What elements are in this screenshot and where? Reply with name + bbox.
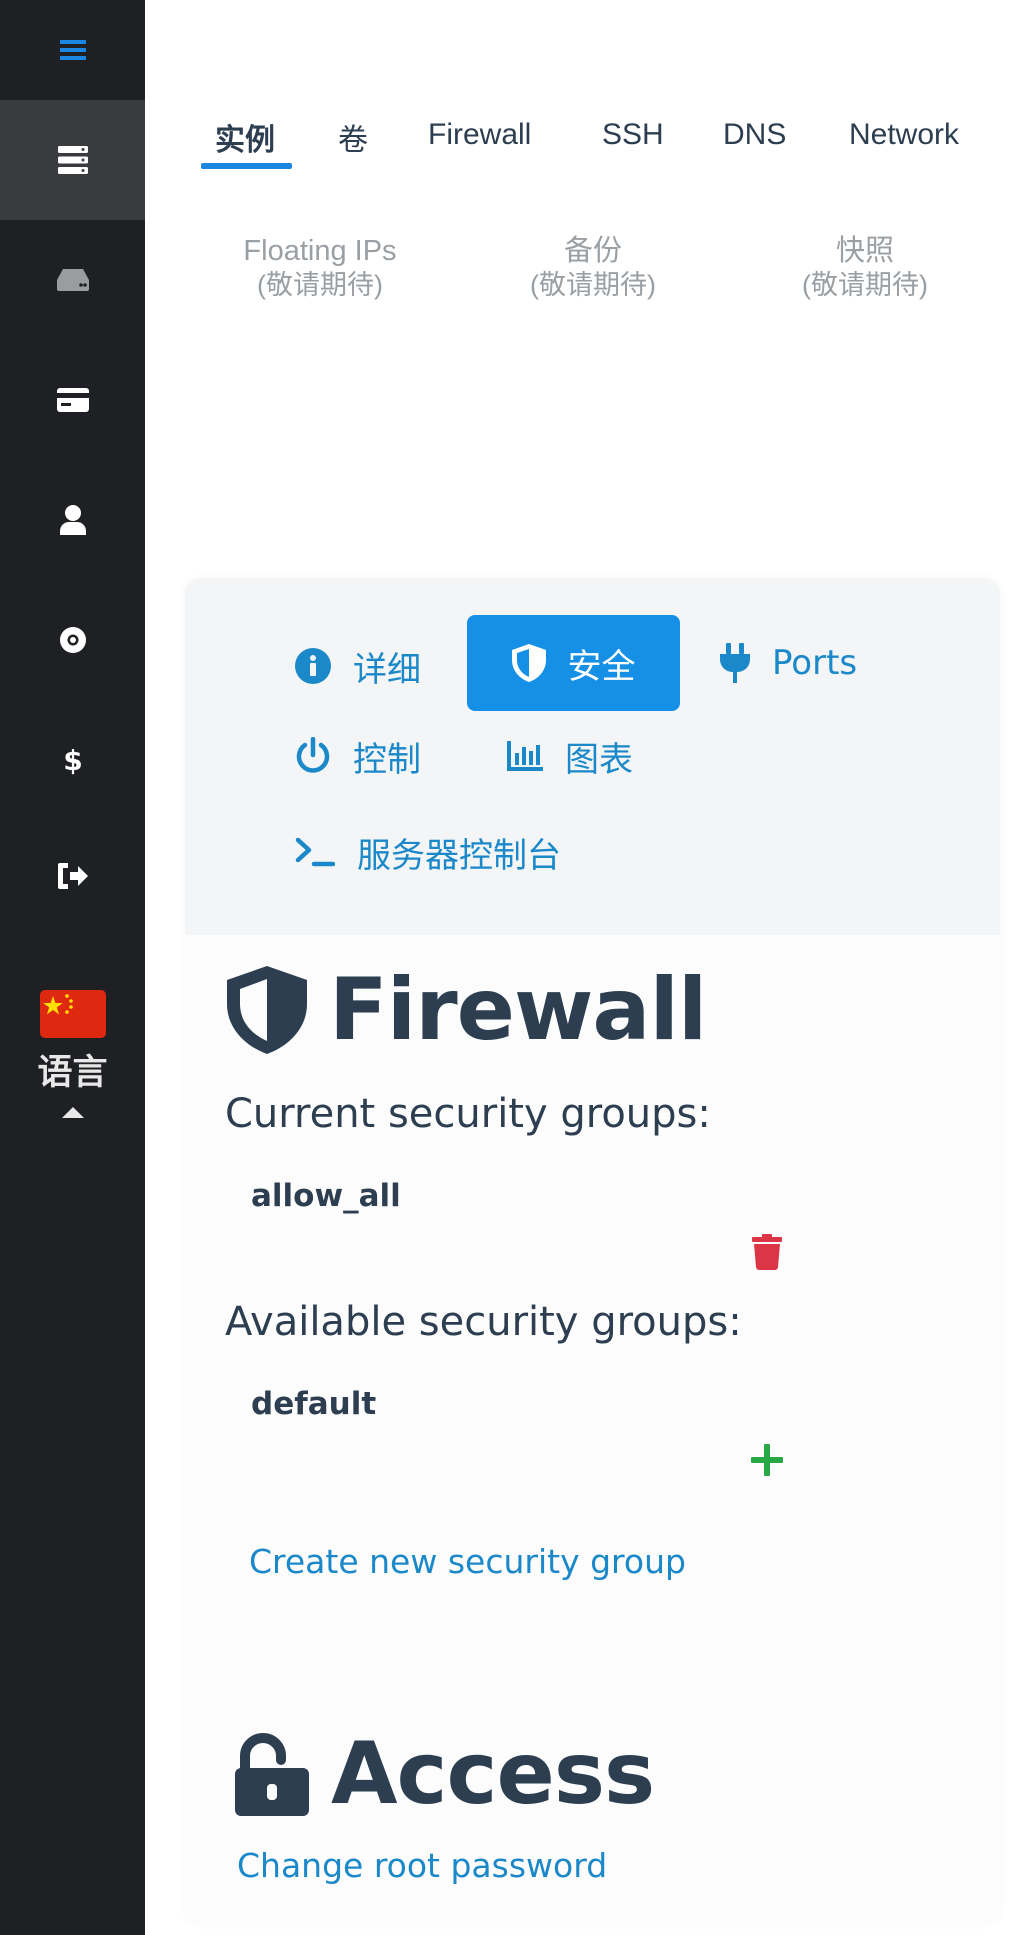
dollar-icon: $	[63, 744, 82, 776]
sidebar-item-pricing[interactable]: $	[0, 700, 145, 820]
create-security-group-link[interactable]: Create new security group	[249, 1542, 686, 1581]
power-icon	[296, 737, 330, 773]
nav-charts-button[interactable]: 图表	[507, 728, 633, 784]
life-ring-icon	[59, 627, 86, 653]
hard-drive-icon	[56, 269, 89, 291]
coming-soon-title: 备份	[563, 235, 622, 267]
active-tab-indicator	[201, 163, 292, 169]
access-title: Access	[331, 1724, 655, 1824]
nav-ports-label: Ports	[772, 643, 858, 683]
sidebar-item-servers[interactable]	[0, 100, 145, 220]
tab-backups: 备份 (敬请期待)	[493, 234, 693, 302]
server-icon	[57, 146, 88, 174]
nav-security-button[interactable]: 安全	[467, 615, 680, 711]
tab-instances[interactable]: 实例	[215, 115, 275, 159]
trash-icon	[752, 1234, 782, 1270]
language-selector[interactable]: 语言	[0, 990, 145, 1118]
firewall-heading: Firewall	[227, 960, 707, 1060]
coming-soon-title: 快照	[835, 235, 894, 267]
user-icon	[59, 505, 86, 535]
available-group-name: default	[251, 1386, 377, 1422]
server-detail-card: 详细 安全 Ports 控制 图表 服务器控制台 Firewall Curren…	[185, 578, 1000, 1923]
tab-snapshots: 快照 (敬请期待)	[765, 234, 965, 302]
nav-details-button[interactable]: 详细	[295, 638, 421, 694]
nav-console-button[interactable]: 服务器控制台	[295, 824, 561, 880]
tab-ssh[interactable]: SSH	[602, 118, 664, 152]
tab-dns[interactable]: DNS	[723, 118, 786, 152]
nav-ports-button[interactable]: Ports	[720, 635, 857, 691]
current-group-name: allow_all	[251, 1178, 401, 1214]
info-icon	[295, 648, 331, 684]
coming-soon-note: (敬请期待)	[530, 270, 656, 300]
sidebar: $ 语言	[0, 0, 145, 1935]
tab-network[interactable]: Network	[849, 118, 959, 152]
nav-console-label: 服务器控制台	[357, 835, 561, 876]
nav-details-label: 详细	[353, 649, 421, 690]
chart-bar-icon	[507, 741, 543, 771]
current-groups-label: Current security groups:	[225, 1091, 711, 1137]
delete-group-button[interactable]	[750, 1232, 784, 1272]
terminal-icon	[295, 837, 335, 867]
svg-text:$: $	[63, 744, 82, 776]
access-heading: Access	[235, 1724, 655, 1824]
tab-floating-ips: Floating IPs (敬请期待)	[220, 234, 420, 302]
coming-soon-note: (敬请期待)	[802, 270, 928, 300]
sidebar-item-support[interactable]	[0, 580, 145, 700]
unlock-icon	[235, 1733, 309, 1816]
shield-icon	[227, 966, 307, 1054]
coming-soon-note: (敬请期待)	[257, 270, 383, 300]
nav-security-label: 安全	[567, 646, 636, 687]
change-root-password-link[interactable]: Change root password	[237, 1846, 607, 1885]
sidebar-item-account[interactable]	[0, 460, 145, 580]
nav-charts-label: 图表	[565, 739, 633, 780]
caret-up-icon	[61, 1107, 84, 1118]
firewall-title: Firewall	[329, 960, 707, 1060]
tab-firewall[interactable]: Firewall	[428, 118, 531, 152]
plug-icon	[720, 643, 750, 683]
hamburger-menu-icon	[59, 40, 86, 60]
shield-icon	[511, 644, 546, 682]
sidebar-item-logout[interactable]	[0, 816, 145, 936]
add-group-button[interactable]	[749, 1442, 785, 1478]
hamburger-menu-button[interactable]	[0, 0, 145, 100]
coming-soon-title: Floating IPs	[243, 235, 397, 267]
plus-icon	[751, 1444, 783, 1476]
sidebar-item-billing[interactable]	[0, 340, 145, 460]
available-groups-label: Available security groups:	[225, 1299, 742, 1345]
language-label: 语言	[37, 1053, 108, 1093]
china-flag-icon	[39, 990, 106, 1038]
tab-volumes[interactable]: 卷	[338, 115, 368, 159]
sign-out-icon	[57, 863, 88, 889]
nav-control-button[interactable]: 控制	[295, 728, 421, 784]
nav-control-label: 控制	[353, 739, 421, 780]
credit-card-icon	[56, 388, 89, 412]
sidebar-item-volumes[interactable]	[0, 220, 145, 340]
